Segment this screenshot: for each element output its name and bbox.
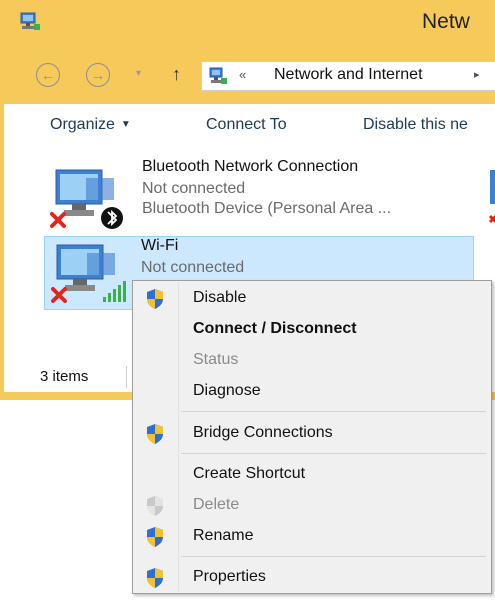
bluetooth-network-adapter-icon	[50, 169, 123, 229]
connection-status: Not connected	[142, 180, 246, 197]
status-divider	[126, 366, 127, 388]
menu-item-create-shortcut[interactable]: Create Shortcut	[133, 459, 491, 489]
network-icon	[209, 67, 227, 84]
menu-item-rename[interactable]: Rename	[133, 521, 491, 551]
uac-shield-icon	[147, 527, 163, 547]
connection-device: Bluetooth Device (Personal Area ...	[142, 200, 392, 217]
menu-item-diagnose[interactable]: Diagnose	[133, 376, 491, 406]
organize-label: Organize	[50, 116, 115, 133]
title-bar[interactable]: Netw	[0, 0, 495, 44]
menu-label: Bridge Connections	[193, 424, 333, 441]
forward-button[interactable]: →	[86, 63, 110, 87]
network-folder-icon	[20, 12, 40, 30]
wifi-adapter-icon	[51, 244, 126, 303]
uac-shield-icon	[147, 568, 163, 588]
connection-name: Wi-Fi	[141, 237, 179, 254]
menu-item-connect-disconnect[interactable]: Connect / Disconnect	[133, 314, 491, 344]
menu-label: Delete	[193, 496, 240, 513]
menu-item-bridge-connections[interactable]: Bridge Connections	[133, 418, 491, 448]
menu-separator	[181, 411, 486, 412]
uac-shield-icon	[147, 289, 163, 309]
up-button[interactable]: ↑	[172, 64, 181, 85]
address-bar-area: ← → ▾ ↑ « Network and Internet ▸	[0, 44, 495, 104]
menu-label: Rename	[193, 527, 254, 544]
forward-arrow-icon: →	[91, 67, 105, 83]
window-title: Netw	[422, 10, 470, 33]
menu-item-delete[interactable]: Delete	[133, 490, 491, 520]
disable-device-button[interactable]: Disable this ne	[363, 116, 468, 134]
menu-label: Create Shortcut	[193, 465, 306, 482]
breadcrumb-network-and-internet[interactable]: Network and Internet	[274, 66, 423, 84]
command-bar: Organize ▼ Connect To Disable this ne	[0, 104, 495, 148]
context-menu: Disable Connect / Disconnect Status Diag…	[132, 280, 492, 594]
menu-label: Disable	[193, 289, 247, 306]
uac-shield-icon-disabled	[147, 496, 163, 516]
menu-label: Connect / Disconnect	[193, 320, 357, 337]
address-box[interactable]: « Network and Internet ▸	[201, 61, 495, 91]
connect-to-button[interactable]: Connect To	[206, 116, 287, 134]
back-button[interactable]: ←	[36, 63, 60, 87]
breadcrumb-overflow[interactable]: «	[239, 67, 246, 82]
uac-shield-icon	[147, 424, 163, 444]
connection-item-bluetooth[interactable]: Bluetooth Network Connection Not connect…	[42, 158, 495, 232]
menu-item-properties[interactable]: Properties	[133, 562, 491, 592]
menu-label: Properties	[193, 568, 266, 585]
recent-locations-dropdown[interactable]: ▾	[136, 68, 146, 79]
menu-item-disable[interactable]: Disable	[133, 283, 491, 313]
chevron-down-icon: ▼	[120, 119, 131, 130]
item-count: 3 items	[40, 368, 89, 385]
back-arrow-icon: ←	[41, 67, 55, 83]
breadcrumb-separator-icon[interactable]: ▸	[474, 68, 480, 81]
menu-label: Diagnose	[193, 382, 261, 399]
connection-name: Bluetooth Network Connection	[142, 158, 359, 175]
menu-separator	[181, 453, 486, 454]
menu-item-status[interactable]: Status	[133, 345, 491, 375]
menu-label: Status	[193, 351, 239, 368]
partial-adapter-icon	[488, 170, 495, 224]
menu-separator	[181, 556, 486, 557]
organize-button[interactable]: Organize ▼	[50, 116, 131, 134]
connection-status: Not connected	[141, 259, 245, 276]
